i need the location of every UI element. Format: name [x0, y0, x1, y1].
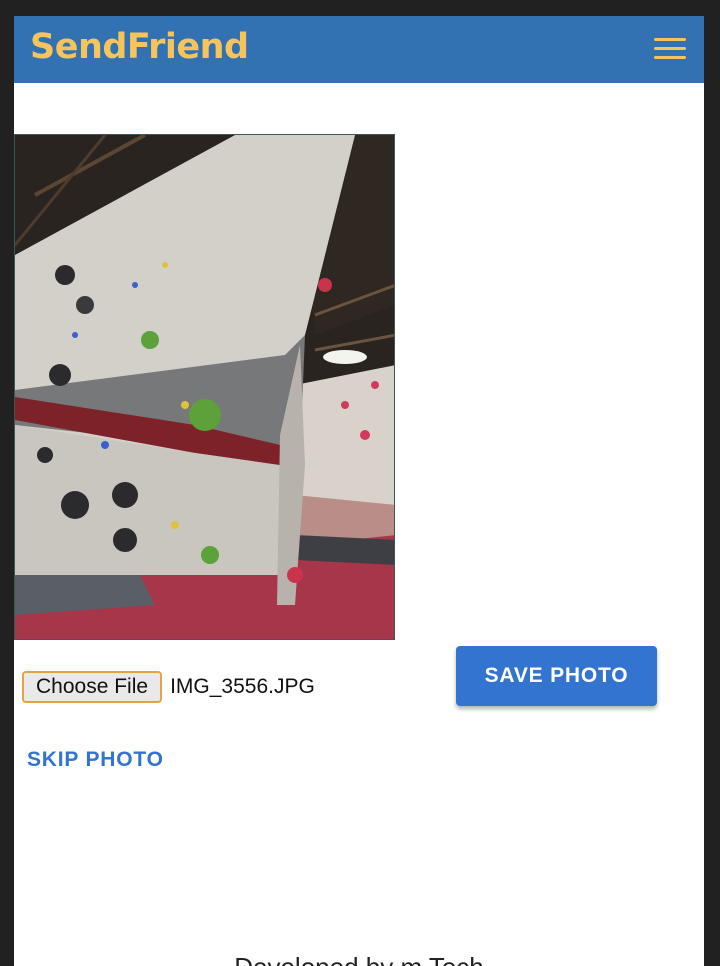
menu-line: [654, 56, 686, 59]
choose-file-button[interactable]: Choose File: [22, 671, 163, 703]
save-photo-button[interactable]: SAVE PHOTO: [456, 646, 657, 706]
hamburger-menu-icon[interactable]: [654, 38, 686, 60]
app-frame: SendFriend Choose File IMG_3556.JPG SAVE…: [14, 16, 704, 966]
menu-line: [654, 38, 686, 41]
brand-logo[interactable]: SendFriend: [30, 27, 249, 67]
footer-text: Developed by m Tech: [14, 952, 704, 966]
photo-preview: [14, 134, 395, 640]
climbing-wall-image: [15, 135, 394, 639]
app-bar: SendFriend: [14, 16, 704, 83]
skip-photo-button[interactable]: SKIP PHOTO: [27, 748, 164, 772]
menu-line: [654, 47, 686, 50]
selected-file-name: IMG_3556.JPG: [170, 675, 315, 698]
file-upload-row: Choose File IMG_3556.JPG: [22, 669, 315, 705]
